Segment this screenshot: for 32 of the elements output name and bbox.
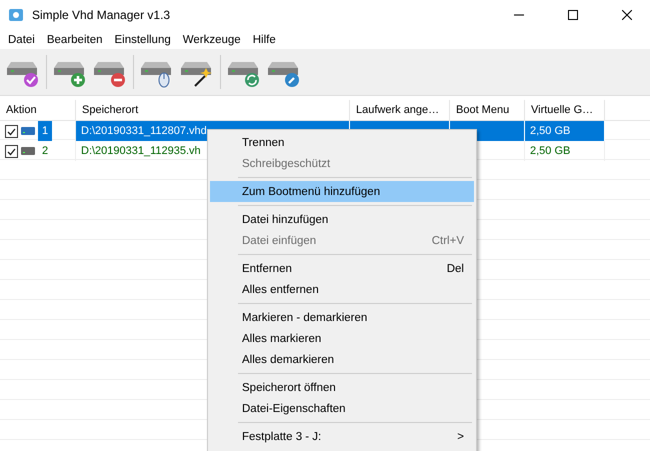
app-icon [8,7,24,23]
drive-icon [21,147,35,155]
context-menu-item[interactable]: Alles markieren [210,328,474,349]
column-header[interactable]: Speicherort [76,100,350,120]
menu-item[interactable]: Datei [2,34,41,46]
menu-item[interactable]: Hilfe [246,34,282,46]
checkbox[interactable] [5,124,18,138]
close-icon[interactable] [622,10,632,20]
context-menu-item[interactable]: Markieren - demarkieren [210,307,474,328]
window-title: Simple Vhd Manager v1.3 [32,8,172,22]
row-number: 2 [41,144,50,159]
context-menu-item[interactable]: Alles demarkieren [210,349,474,370]
row-number: 1 [38,121,52,141]
menu-item[interactable]: Werkzeuge [176,34,247,46]
column-header[interactable]: Virtuelle G… [525,100,605,120]
context-menu-item[interactable]: Datei hinzufügen [210,209,474,230]
drive-icon [21,127,35,135]
maximize-icon[interactable] [568,10,578,20]
size-cell: 2,50 GB [525,141,605,161]
size-cell: 2,50 GB [525,121,605,141]
column-header[interactable]: Laufwerk ange… [350,100,450,120]
context-menu-item[interactable]: Alles entfernen [210,279,474,300]
context-menu-item[interactable]: Datei-Eigenschaften [210,398,474,419]
context-menu-item[interactable]: Zum Bootmenü hinzufügen [210,181,474,202]
context-menu-item[interactable]: Festplatte 3 - J: > [210,426,474,447]
column-header[interactable]: Boot Menu [450,100,525,120]
context-menu-item[interactable]: Speicherort öffnen [210,377,474,398]
menu-item[interactable]: Einstellung [108,34,177,46]
checkbox[interactable] [5,144,18,158]
context-menu-item[interactable]: Entfernen Del [210,258,474,279]
menu-item[interactable]: Bearbeiten [40,34,108,46]
column-header[interactable]: Aktion [0,100,76,120]
